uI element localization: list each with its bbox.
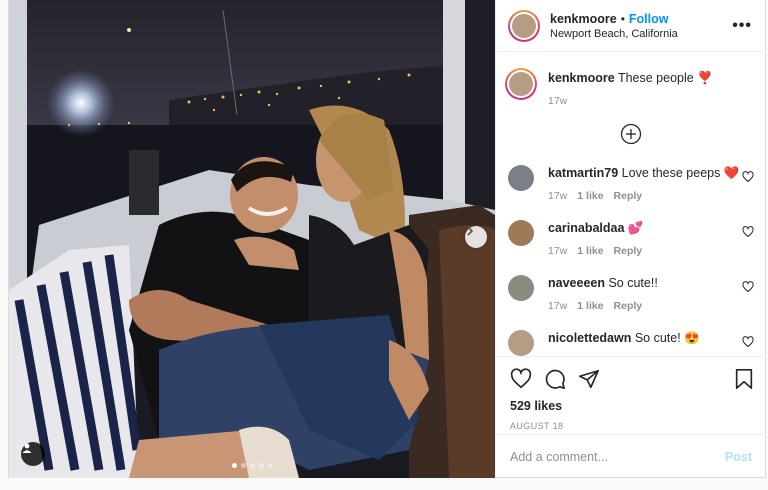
carousel-indicator [9,463,495,468]
post-comment-button[interactable]: Post [725,450,752,464]
heart-icon[interactable] [742,281,754,293]
story-ring[interactable] [505,68,537,100]
comment-likes[interactable]: 1 like [577,190,603,202]
caption-username[interactable]: kenkmoore [548,71,615,85]
post-side-pane: kenkmoore • Follow Newport Beach, Califo… [495,0,766,478]
heart-icon[interactable] [742,226,754,238]
bookmark-icon[interactable] [734,368,754,390]
post-header: kenkmoore • Follow Newport Beach, Califo… [496,0,766,52]
separator: • [620,11,625,26]
comment-item: naveeeen So cute!! 17w 1 like Reply [508,275,754,312]
comments-list[interactable]: kenkmoore These people ❣️ 17w katmartin7… [496,52,766,356]
comment-text: 💕 [627,221,644,235]
load-more-comments[interactable] [508,123,754,145]
reply-button[interactable]: Reply [614,190,643,202]
comment-item: nicolettedawn So cute! 😍 [508,330,754,356]
avatar[interactable] [508,330,534,356]
carousel-dot [249,463,255,468]
comment-time[interactable]: 17w [548,245,567,257]
reply-button[interactable]: Reply [614,300,643,312]
comment-text: So cute!! [608,276,658,290]
author-username[interactable]: kenkmoore [550,12,617,26]
comment-username[interactable]: katmartin79 [548,166,618,180]
heart-icon[interactable] [510,368,532,390]
avatar[interactable] [508,220,534,246]
comment-text: Love these peeps ❤️ [621,166,740,180]
carousel-dot [258,463,264,468]
avatar[interactable] [508,165,534,191]
plus-circle-icon [620,123,642,145]
avatar [509,72,533,96]
likes-count[interactable]: 529 likes [510,399,754,413]
story-ring[interactable] [508,9,540,42]
comment-input[interactable] [510,449,725,464]
chevron-right-icon [467,226,474,236]
add-comment-bar: Post [496,434,766,478]
caption: kenkmoore These people ❣️ 17w [505,68,754,107]
comment-username[interactable]: naveeeen [548,276,605,290]
carousel-dot [267,463,273,468]
comment-time[interactable]: 17w [548,300,567,312]
carousel-dot [240,463,246,468]
location-link[interactable]: Newport Beach, California [550,28,732,40]
comment-item: carinabaldaa 💕 17w 1 like Reply [508,220,754,257]
post-photo[interactable] [9,0,495,478]
post-actions: 529 likes AUGUST 18 [496,356,766,431]
avatar [512,13,536,38]
more-options-icon[interactable]: ••• [732,17,752,35]
heart-icon[interactable] [742,336,754,348]
caption-text: These people ❣️ [617,71,713,85]
carousel-dot [231,463,237,468]
comment-item: katmartin79 Love these peeps ❤️ 17w 1 li… [508,165,754,202]
reply-button[interactable]: Reply [614,245,643,257]
photo-illustration [9,0,495,478]
instagram-post: kenkmoore • Follow Newport Beach, Califo… [8,0,766,478]
heart-icon[interactable] [742,171,754,183]
comment-icon[interactable] [544,368,566,390]
caption-time[interactable]: 17w [548,95,567,107]
follow-button[interactable]: Follow [629,12,669,26]
comment-likes[interactable]: 1 like [577,245,603,257]
comment-username[interactable]: carinabaldaa [548,221,624,235]
comment-text: So cute! 😍 [634,331,700,345]
comment-time[interactable]: 17w [548,190,567,202]
comment-likes[interactable]: 1 like [577,300,603,312]
share-icon[interactable] [578,368,600,390]
avatar[interactable] [508,275,534,301]
comment-username[interactable]: nicolettedawn [548,331,631,345]
next-slide-button[interactable] [465,226,487,248]
post-date: AUGUST 18 [510,421,564,431]
user-tag-icon [22,443,32,453]
